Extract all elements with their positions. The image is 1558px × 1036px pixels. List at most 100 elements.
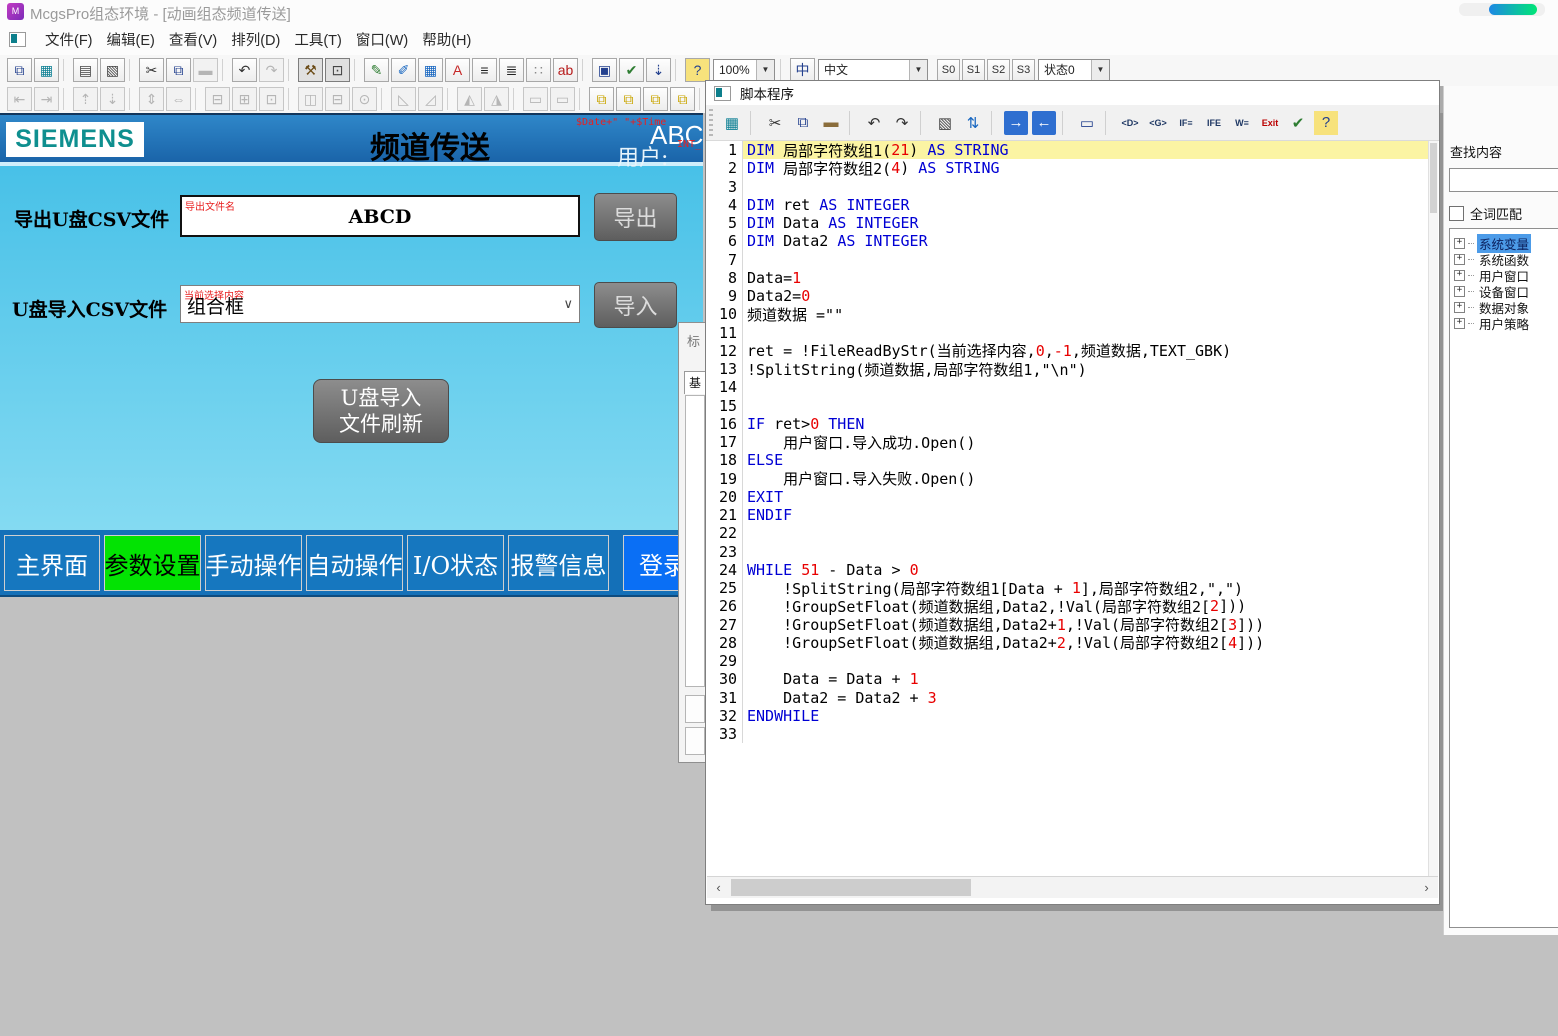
grid-dots-icon[interactable]: ∷ (526, 58, 551, 82)
code-line[interactable]: 12ret = !FileReadByStr(当前选择内容,0,-1,频道数据,… (707, 342, 1438, 360)
cut-icon[interactable]: ✂ (139, 58, 164, 82)
whole-word-option[interactable]: 全词匹配 (1449, 204, 1522, 223)
toolbar-grip-handle[interactable] (709, 109, 713, 137)
help-icon[interactable]: ? (685, 58, 710, 82)
find-in-script-icon[interactable]: ▧ (933, 111, 957, 135)
toolbox-icon[interactable]: ⚒ (298, 58, 323, 82)
code-line[interactable]: 8Data=1 (707, 269, 1438, 287)
expand-plus-icon[interactable]: + (1454, 270, 1465, 281)
print-icon[interactable]: ▤ (73, 58, 98, 82)
code-line[interactable]: 17 用户窗口.导入成功.Open() (707, 433, 1438, 451)
menu-item-v[interactable]: 查看(V) (162, 26, 224, 53)
code-line[interactable]: 2DIM 局部字符数组2(4) AS STRING (707, 159, 1438, 177)
nav-button-I/O状态[interactable]: I/O状态 (407, 535, 504, 591)
undo-icon[interactable]: ↶ (862, 111, 886, 135)
help-icon[interactable]: ? (1314, 111, 1338, 135)
code-line[interactable]: 32ENDWHILE (707, 707, 1438, 725)
bring-forward-icon[interactable]: ⧉ (643, 87, 668, 111)
state-button-s3[interactable]: S3 (1012, 59, 1035, 81)
string-replace-icon[interactable]: ab (553, 58, 578, 82)
code-line[interactable]: 31 Data2 = Data2 + 3 (707, 689, 1438, 707)
code-line[interactable]: 5DIM Data AS INTEGER (707, 214, 1438, 232)
menu-item-d[interactable]: 排列(D) (224, 26, 287, 53)
export-button[interactable]: 导出 (594, 193, 677, 241)
menu-item-f[interactable]: 文件(F) (38, 26, 100, 53)
tree-item-用户策略[interactable]: +用户策略 (1450, 315, 1558, 331)
code-line[interactable]: 27 !GroupSetFloat(频道数据组,Data2+1,!Val(局部字… (707, 616, 1438, 634)
code-line[interactable]: 14 (707, 378, 1438, 396)
import-file-combobox[interactable]: 当前选择内容 组合框 ∨ (180, 285, 580, 323)
code-line[interactable]: 24WHILE 51 - Data > 0 (707, 561, 1438, 579)
copy-icon[interactable]: ⧉ (166, 58, 191, 82)
code-line[interactable]: 23 (707, 543, 1438, 561)
nav-button-自动操作[interactable]: 自动操作 (306, 535, 403, 591)
nav-button-报警信息[interactable]: 报警信息 (508, 535, 609, 591)
insert-if-else-icon[interactable]: IFE (1202, 111, 1226, 135)
usb-refresh-button[interactable]: U盘导入 文件刷新 (313, 379, 449, 443)
chevron-down-icon[interactable]: ▼ (1091, 60, 1109, 80)
code-line[interactable]: 22 (707, 524, 1438, 542)
code-line[interactable]: 13!SplitString(频道数据,局部字符数组1,"\n") (707, 360, 1438, 378)
charset-width-icon[interactable]: 中 (790, 58, 815, 82)
scroll-right-arrow-icon[interactable]: › (1418, 879, 1435, 896)
paste-icon[interactable]: ▬ (819, 111, 843, 135)
code-line[interactable]: 16IF ret>0 THEN (707, 415, 1438, 433)
export-script-icon[interactable]: → (1004, 111, 1028, 135)
state-select[interactable]: 状态0▼ (1038, 59, 1110, 81)
horizontal-scrollbar-thumb[interactable] (731, 879, 971, 896)
code-line[interactable]: 28 !GroupSetFloat(频道数据组,Data2+2,!Val(局部字… (707, 634, 1438, 652)
code-line[interactable]: 4DIM ret AS INTEGER (707, 196, 1438, 214)
attribute-brush-icon[interactable]: ✐ (391, 58, 416, 82)
v-lines-icon[interactable]: ≣ (499, 58, 524, 82)
scroll-left-arrow-icon[interactable]: ‹ (710, 879, 727, 896)
insert-dim-icon[interactable]: <D> (1118, 111, 1142, 135)
code-line[interactable]: 19 用户窗口.导入失败.Open() (707, 470, 1438, 488)
bring-to-front-icon[interactable]: ⧉ (589, 87, 614, 111)
horizontal-scrollbar[interactable]: ‹ › (707, 876, 1438, 898)
menu-item-e[interactable]: 编辑(E) (100, 26, 162, 53)
replace-icon[interactable]: ⇅ (961, 111, 985, 135)
whole-word-checkbox[interactable] (1449, 206, 1464, 221)
nav-button-手动操作[interactable]: 手动操作 (205, 535, 302, 591)
send-to-back-icon[interactable]: ⧉ (616, 87, 641, 111)
menu-item-h[interactable]: 帮助(H) (415, 26, 478, 53)
sort-order-icon[interactable]: ⇣ (646, 58, 671, 82)
cell-color-icon[interactable]: ▦ (418, 58, 443, 82)
code-line[interactable]: 26 !GroupSetFloat(频道数据组,Data2,!Val(局部字符数… (707, 597, 1438, 615)
code-line[interactable]: 20EXIT (707, 488, 1438, 506)
font-color-icon[interactable]: A (445, 58, 470, 82)
vertical-scrollbar[interactable] (1428, 141, 1438, 876)
language-select[interactable]: 中文▼ (818, 59, 928, 81)
state-button-s2[interactable]: S2 (987, 59, 1010, 81)
nav-button-主界面[interactable]: 主界面 (4, 535, 100, 591)
code-line[interactable]: 7 (707, 251, 1438, 269)
state-button-s0[interactable]: S0 (937, 59, 960, 81)
code-line[interactable]: 30 Data = Data + 1 (707, 670, 1438, 688)
code-line[interactable]: 3 (707, 178, 1438, 196)
code-line[interactable]: 1DIM 局部字符数组1(21) AS STRING (707, 141, 1438, 159)
insert-while-icon[interactable]: W≡ (1230, 111, 1254, 135)
vertical-scrollbar-thumb[interactable] (1430, 143, 1437, 213)
confirm-check-icon[interactable]: ✔ (619, 58, 644, 82)
code-line[interactable]: 9Data2=0 (707, 287, 1438, 305)
cut-icon[interactable]: ✂ (763, 111, 787, 135)
script-code-area[interactable]: 1DIM 局部字符数组1(21) AS STRING2DIM 局部字符数组2(4… (707, 141, 1438, 876)
chevron-down-icon[interactable]: ▼ (756, 60, 774, 80)
code-line[interactable]: 25 !SplitString(局部字符数组1[Data + 1],局部字符数组… (707, 579, 1438, 597)
standby-indicator-icon[interactable] (1489, 4, 1537, 15)
code-line[interactable]: 11 (707, 324, 1438, 342)
new-window-icon[interactable]: ⧉ (7, 58, 32, 82)
expand-plus-icon[interactable]: + (1454, 318, 1465, 329)
menu-item-w[interactable]: 窗口(W) (349, 26, 415, 53)
redo-icon[interactable]: ↷ (890, 111, 914, 135)
code-line[interactable]: 6DIM Data2 AS INTEGER (707, 232, 1438, 250)
search-input[interactable] (1449, 168, 1558, 192)
insert-exit-icon[interactable]: Exit (1258, 111, 1282, 135)
print-preview-icon[interactable]: ▧ (100, 58, 125, 82)
send-backward-icon[interactable]: ⧉ (670, 87, 695, 111)
insert-global-icon[interactable]: <G> (1146, 111, 1170, 135)
animation-brush-icon[interactable]: ✎ (364, 58, 389, 82)
nav-button-参数设置[interactable]: 参数设置 (104, 535, 201, 591)
copy-icon[interactable]: ⧉ (791, 111, 815, 135)
code-line[interactable]: 18ELSE (707, 451, 1438, 469)
